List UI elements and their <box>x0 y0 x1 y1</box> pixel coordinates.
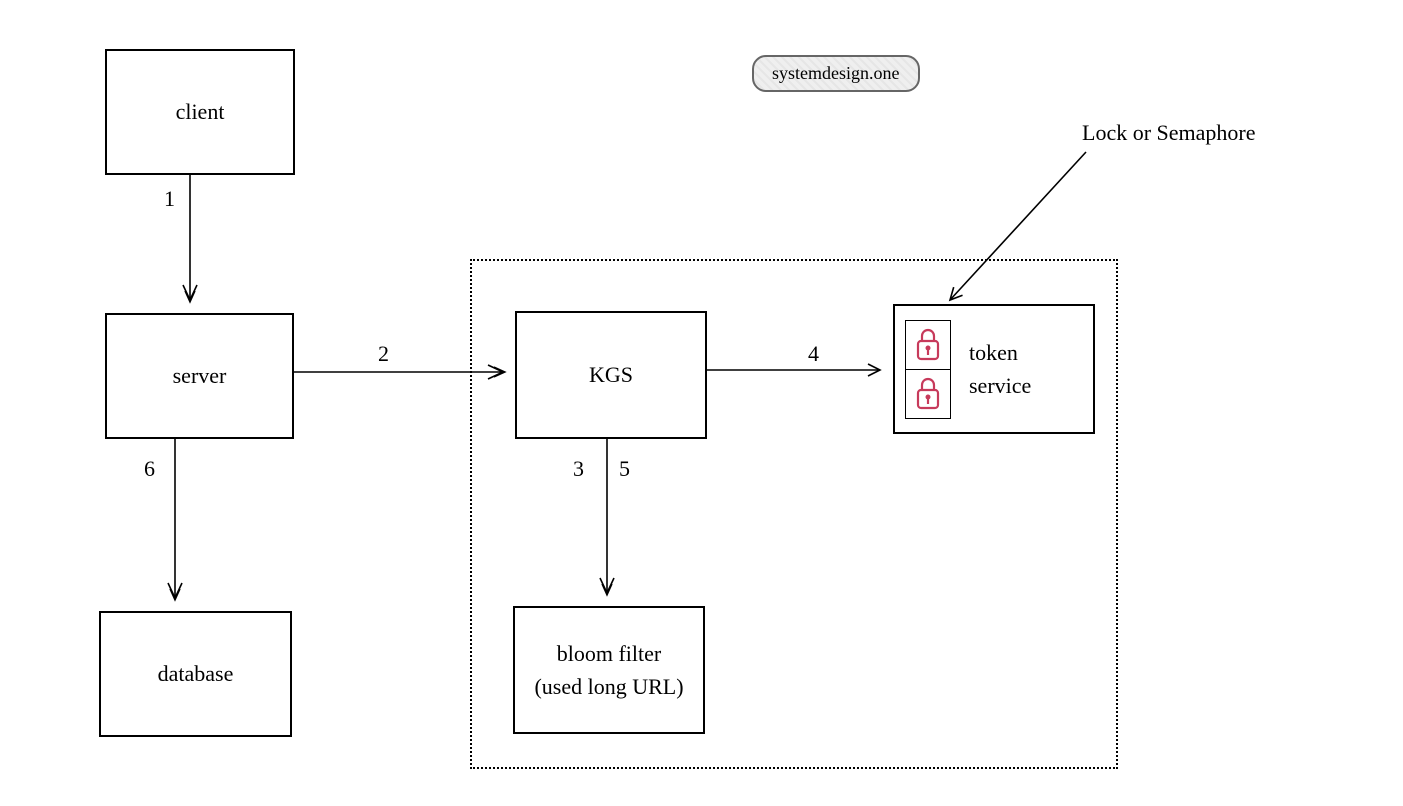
bloom-filter-label-1: bloom filter <box>557 637 661 670</box>
database-label: database <box>158 661 234 687</box>
lock-semaphore-annotation-text: Lock or Semaphore <box>1082 120 1256 145</box>
server-label: server <box>173 363 227 389</box>
bloom-filter-label-2: (used long URL) <box>534 670 683 703</box>
database-node: database <box>99 611 292 737</box>
step-6-text: 6 <box>144 456 155 481</box>
step-6-label: 6 <box>144 456 155 482</box>
token-service-label-wrap: token service <box>969 336 1031 402</box>
step-2-text: 2 <box>378 341 389 366</box>
token-service-label-1: token <box>969 336 1031 369</box>
source-badge: systemdesign.one <box>752 55 920 92</box>
token-service-label-2: service <box>969 369 1031 402</box>
client-node: client <box>105 49 295 175</box>
step-4-label: 4 <box>808 341 819 367</box>
token-service-node: token service <box>893 304 1095 434</box>
lock-icon-bottom <box>906 370 950 418</box>
step-3-text: 3 <box>573 456 584 481</box>
step-2-label: 2 <box>378 341 389 367</box>
step-4-text: 4 <box>808 341 819 366</box>
step-5-label: 5 <box>619 456 630 482</box>
kgs-label: KGS <box>589 362 633 388</box>
client-label: client <box>176 99 225 125</box>
locks-container <box>905 320 951 419</box>
kgs-node: KGS <box>515 311 707 439</box>
step-1-label: 1 <box>164 186 175 212</box>
step-1-text: 1 <box>164 186 175 211</box>
step-5-text: 5 <box>619 456 630 481</box>
lock-semaphore-annotation: Lock or Semaphore <box>1082 120 1256 146</box>
server-node: server <box>105 313 294 439</box>
bloom-filter-node: bloom filter (used long URL) <box>513 606 705 734</box>
lock-icon-top <box>906 321 950 370</box>
step-3-label: 3 <box>573 456 584 482</box>
source-badge-text: systemdesign.one <box>772 63 900 83</box>
